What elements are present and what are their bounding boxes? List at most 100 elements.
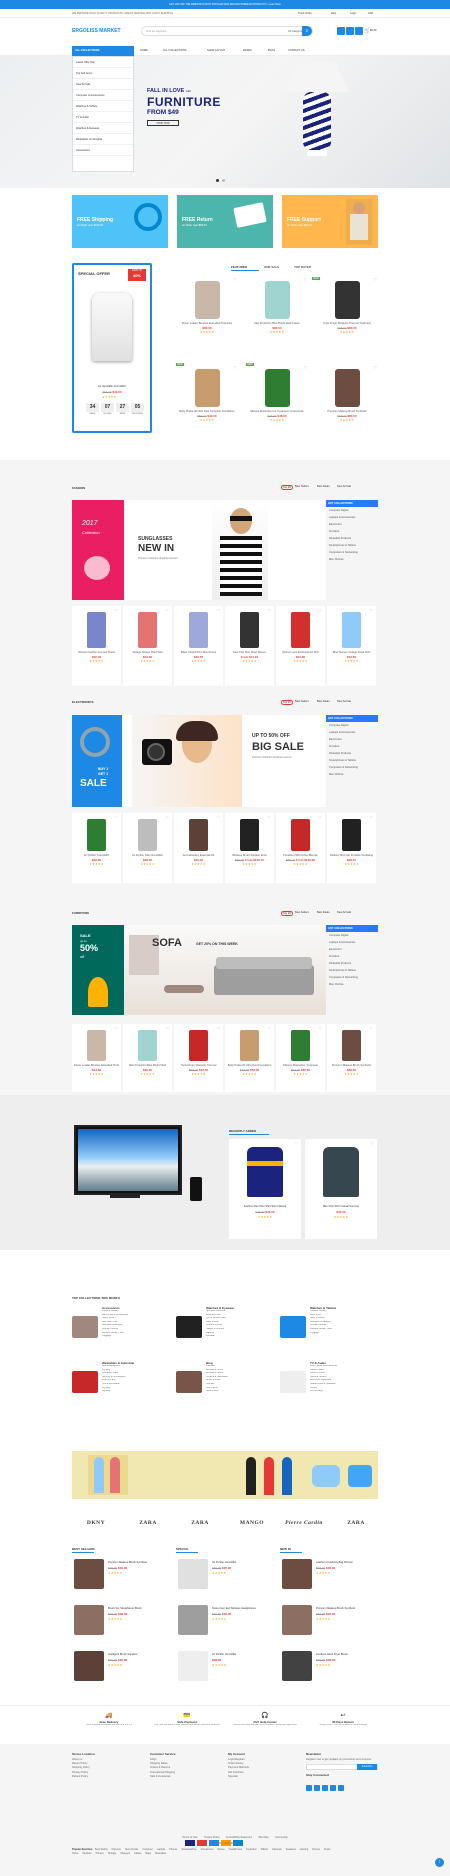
product-card[interactable]: ♡ Premium Makeup Brush Synthetic $98.00 $8… bbox=[314, 363, 380, 447]
product-card[interactable]: ♡ Air Purifier Filter Humidifier $38.50 ★★★… bbox=[123, 813, 172, 883]
product-image[interactable] bbox=[189, 612, 208, 648]
heart-icon[interactable]: ♡ bbox=[373, 277, 377, 282]
promo-free-support[interactable]: FREE Support on Order over $99.00 bbox=[282, 195, 378, 248]
section-tab[interactable]: Best Deals bbox=[317, 485, 330, 488]
product-card[interactable]: ♡ Blue Women Vintage Floral Shirt $13.59 ★★… bbox=[327, 606, 376, 686]
hot-collection-item[interactable]: Computers & Networking bbox=[326, 974, 378, 981]
hot-collection-item[interactable]: Wearable Products bbox=[326, 750, 378, 757]
list-product-name[interactable]: Premium Makeup Brush Synthetic bbox=[316, 1607, 376, 1610]
product-card[interactable]: ♡ Women Fashion Summer Dress $22.49 ★★★★★ bbox=[72, 606, 121, 686]
list-product-name[interactable]: Premium Makeup Brush Synthetic bbox=[108, 1561, 168, 1564]
product-image[interactable] bbox=[265, 369, 290, 407]
product-image[interactable] bbox=[240, 1030, 259, 1061]
popular-search-link[interactable]: Cables bbox=[134, 1852, 141, 1855]
promo-free-return[interactable]: FREE Return on Order over $99.00 bbox=[177, 195, 273, 248]
list-product-name[interactable]: Intelligent Brush Supplies bbox=[108, 1653, 168, 1656]
list-product-image[interactable] bbox=[74, 1605, 104, 1635]
popular-search-link[interactable]: New Arrivals bbox=[125, 1848, 138, 1851]
popular-search-link[interactable]: Discount bbox=[112, 1848, 121, 1851]
product-image[interactable] bbox=[87, 819, 106, 851]
footer-link[interactable]: Specials bbox=[228, 1775, 302, 1779]
list-product-image[interactable] bbox=[74, 1559, 104, 1589]
product-name[interactable]: Women Fashion Summer Dress bbox=[74, 651, 119, 654]
popular-search-link[interactable]: Chargers bbox=[120, 1852, 130, 1855]
section-tab[interactable]: Top 20 bbox=[281, 911, 293, 917]
heart-icon[interactable]: ♡ bbox=[216, 608, 220, 613]
heart-icon[interactable]: ♡ bbox=[267, 815, 271, 820]
product-name[interactable]: Black Striped Print Maxi Dress bbox=[176, 651, 221, 654]
heart-icon[interactable]: ♡ bbox=[370, 1141, 374, 1146]
heart-icon[interactable]: ♡ bbox=[267, 1026, 271, 1031]
list-product-image[interactable] bbox=[178, 1605, 208, 1635]
popular-search-link[interactable]: Gaming bbox=[300, 1848, 308, 1851]
heart-icon[interactable]: ♡ bbox=[303, 277, 307, 282]
list-product-name[interactable]: Noise Over Ear Wireless Headphones bbox=[212, 1607, 272, 1610]
subscribe-button[interactable]: Subscribe bbox=[357, 1764, 377, 1771]
product-image[interactable] bbox=[240, 612, 259, 648]
popular-search-link[interactable]: Wearables bbox=[155, 1852, 166, 1855]
product-image[interactable] bbox=[195, 369, 220, 407]
facebook-icon[interactable] bbox=[306, 1785, 312, 1792]
hot-collection-item[interactable]: Laptops & Accessories bbox=[326, 514, 378, 521]
product-name[interactable]: Power Loader Brushes Extended Protective bbox=[74, 1064, 119, 1067]
sidebar-item[interactable]: TV & Audio bbox=[73, 112, 133, 123]
list-product-image[interactable] bbox=[282, 1559, 312, 1589]
search-input[interactable]: Find our keyword... bbox=[146, 30, 168, 33]
hot-collection-item[interactable]: Computer Digital bbox=[326, 722, 378, 729]
product-card[interactable]: ♡ Vintage Striped Plaid Shirt $43.09 ★★★★★ bbox=[123, 606, 172, 686]
hot-collection-item[interactable]: Electronics bbox=[326, 736, 378, 743]
hot-collection-item[interactable]: Furniture bbox=[326, 953, 378, 960]
brand-logo[interactable]: DKNY bbox=[72, 1520, 120, 1526]
promo-text[interactable]: GET 10% OFF THE WEBSITE'S MOST POPULAR A… bbox=[0, 0, 450, 6]
heart-icon[interactable]: ♡ bbox=[294, 1141, 298, 1146]
product-card[interactable]: ♡ Air Purifier True HEPA $62.05 ★★★★★ bbox=[72, 813, 121, 883]
sidebar-item[interactable]: Watches & Eyewear bbox=[73, 123, 133, 134]
popular-search-link[interactable]: Best Selling bbox=[95, 1848, 108, 1851]
twitter-icon[interactable] bbox=[314, 1785, 320, 1792]
youtube-icon[interactable] bbox=[330, 1785, 336, 1792]
product-image[interactable] bbox=[342, 612, 361, 648]
product-name[interactable]: Premium Makeup Brush Synthetic bbox=[329, 1064, 374, 1067]
product-card[interactable]: ♡ Silicone Moisturizer Treatment $60.00 $4… bbox=[276, 1024, 325, 1092]
product-image[interactable] bbox=[189, 1030, 208, 1061]
popular-search-link[interactable]: Computer bbox=[142, 1848, 153, 1851]
sidebar-item[interactable]: Accessories bbox=[73, 145, 133, 156]
product-name[interactable]: Women Lace Embroidered Shirt bbox=[278, 651, 323, 654]
product-card[interactable]: ♡ Power Loader Brushes Extended Protectiv… bbox=[174, 275, 240, 359]
hot-collection-item[interactable]: Smartphones & Tablets bbox=[326, 757, 378, 764]
product-card[interactable]: ♡ Portable USB Kitchen Blender $89.00 From… bbox=[276, 813, 325, 883]
special-offer-card[interactable]: SPECIAL OFFER SAVE UP 40% Air Humidifier… bbox=[72, 263, 152, 433]
list-product-image[interactable] bbox=[282, 1605, 312, 1635]
sidebar-item[interactable]: Top Sell Items bbox=[73, 68, 133, 79]
product-name[interactable]: Tools Finger Mosquito Thermal bbox=[176, 1064, 221, 1067]
hot-collection-item[interactable]: Electronics bbox=[326, 946, 378, 953]
hot-collection-item[interactable]: Wearable Products bbox=[326, 535, 378, 542]
nav-pages[interactable]: PAGES bbox=[243, 49, 252, 52]
recent-product-card[interactable]: ♡ Men Polo Shirt Casual Summer $30.00 ★★★★★ bbox=[305, 1139, 377, 1239]
heart-icon[interactable]: ♡ bbox=[318, 1026, 322, 1031]
list-product-image[interactable] bbox=[178, 1559, 208, 1589]
hot-collection-item[interactable]: Men Clothes bbox=[326, 981, 378, 988]
product-image[interactable] bbox=[342, 1030, 361, 1061]
list-product-name[interactable]: Air Purifier Humidifier bbox=[212, 1653, 272, 1656]
list-product-image[interactable] bbox=[282, 1651, 312, 1681]
heart-icon[interactable]: ♡ bbox=[318, 815, 322, 820]
twitter-icon[interactable] bbox=[346, 27, 354, 35]
product-card[interactable]: ♡ Wireless Smart Speaker Echo $65.00 From … bbox=[225, 813, 274, 883]
heart-icon[interactable]: ♡ bbox=[114, 815, 118, 820]
popular-search-link[interactable]: Tablets bbox=[260, 1848, 268, 1851]
product-card[interactable]: ♡ Men Polo Shirt Short Sleeve From $11.24 ★… bbox=[225, 606, 274, 686]
product-card[interactable]: ♡ Power Loader Brushes Extended Protectiv… bbox=[72, 1024, 121, 1092]
logo[interactable]: ERGOLISS MARKET bbox=[72, 28, 121, 34]
product-name[interactable]: Air Purifier Filter Humidifier bbox=[125, 854, 170, 857]
product-card[interactable]: ♡ Silicone Moisturizer for Treatment Conc… bbox=[244, 363, 310, 447]
collection-image[interactable] bbox=[72, 1316, 98, 1338]
hot-collection-item[interactable]: Smartphones & Tablets bbox=[326, 967, 378, 974]
nav-shop[interactable]: SHOP LAYOUT bbox=[207, 49, 225, 52]
list-product-image[interactable] bbox=[178, 1651, 208, 1681]
collection-image[interactable] bbox=[280, 1316, 306, 1338]
product-name[interactable]: Tools Finger Mosquito Thermal Treatment bbox=[316, 322, 378, 325]
popular-search-link[interactable]: Storage bbox=[108, 1852, 116, 1855]
product-name[interactable]: Portable USB Kitchen Blender bbox=[278, 854, 323, 857]
heart-icon[interactable]: ♡ bbox=[233, 365, 237, 370]
